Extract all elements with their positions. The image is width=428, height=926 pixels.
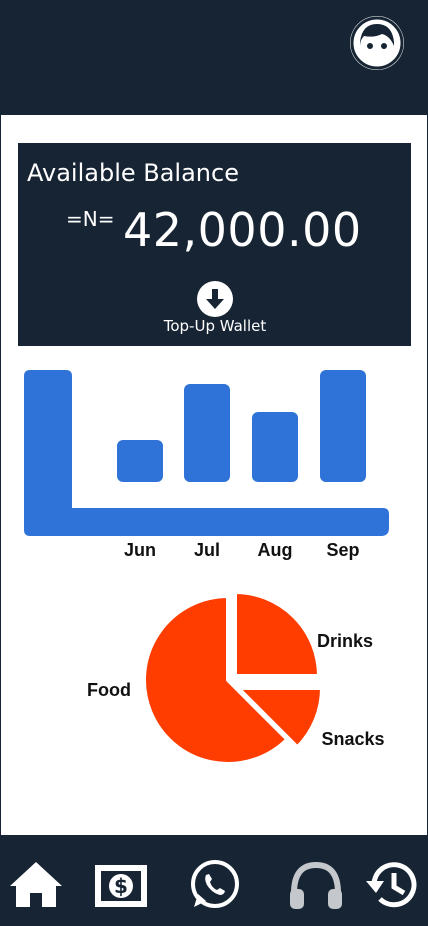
money-icon[interactable]: $: [93, 857, 153, 913]
currency-symbol: =N=: [66, 207, 115, 231]
topup-wallet-label: Top-Up Wallet: [163, 317, 267, 335]
bar-label-jul: Jul: [194, 540, 220, 560]
pie-chart: Drinks Snacks Food: [87, 590, 385, 766]
pie-label-drinks: Drinks: [317, 631, 373, 651]
balance-title: Available Balance: [27, 159, 239, 187]
headphones-icon[interactable]: [286, 857, 346, 913]
pie-slice-group: [142, 590, 324, 766]
topup-wallet-button[interactable]: Top-Up Wallet: [148, 281, 282, 339]
home-icon[interactable]: [8, 857, 68, 913]
bar-jun: [117, 440, 163, 482]
top-bar: [0, 0, 428, 115]
bar-label-sep: Sep: [326, 540, 359, 560]
face-icon[interactable]: [350, 16, 404, 70]
bottom-nav: $: [0, 835, 428, 926]
arrow-down-circle-icon: [197, 281, 233, 317]
whatsapp-icon[interactable]: [186, 857, 246, 913]
bar-group: [117, 370, 366, 482]
bar-chart: Jun Jul Aug Sep: [24, 370, 389, 560]
bar-label-group: Jun Jul Aug Sep: [124, 540, 360, 560]
bar-aug: [252, 412, 298, 482]
bar-jul: [184, 384, 230, 482]
balance-card: Available Balance =N= 42,000.00 Top-Up W…: [18, 143, 411, 346]
pie-label-snacks: Snacks: [321, 729, 384, 749]
balance-amount: 42,000.00: [123, 203, 362, 257]
history-icon[interactable]: [364, 857, 424, 913]
pie-label-food: Food: [87, 680, 131, 700]
pie-slice-drinks: [233, 590, 321, 678]
svg-text:$: $: [114, 874, 128, 898]
bar-label-aug: Aug: [258, 540, 293, 560]
bar-label-jun: Jun: [124, 540, 156, 560]
bar-sep: [320, 370, 366, 482]
